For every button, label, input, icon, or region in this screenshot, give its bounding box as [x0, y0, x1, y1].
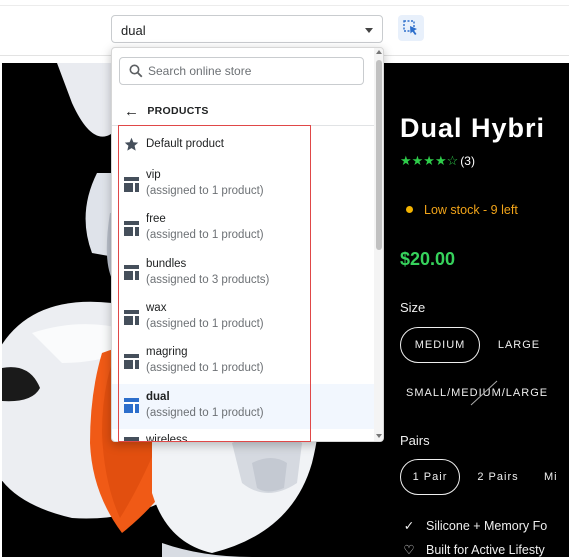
template-icon [124, 437, 139, 441]
template-item-label: dual [146, 391, 170, 403]
size-option-large[interactable]: LARGE [488, 327, 550, 363]
check-circle-icon: ✓ [403, 519, 415, 533]
pairs-option-1[interactable]: 1 Pair [400, 459, 460, 495]
product-price: $20.00 [400, 249, 456, 269]
heart-icon: ♡ [403, 543, 415, 557]
pairs-label: Pairs [400, 433, 430, 448]
template-item-label: vip [146, 169, 161, 181]
template-icon [124, 354, 139, 369]
template-icon [124, 398, 139, 413]
template-item-dual[interactable]: dual (assigned to 1 product) [112, 384, 374, 429]
template-item-assigned: (assigned to 1 product) [146, 229, 264, 241]
search-icon [129, 64, 143, 78]
rating-count: (3) [460, 154, 475, 168]
template-item-label: magring [146, 346, 188, 358]
pairs-option-more[interactable]: Mi [544, 459, 569, 495]
arrow-left-icon: ← [124, 102, 140, 120]
toolbar-divider [0, 5, 569, 6]
stock-status: Low stock - 9 left [406, 203, 518, 217]
star-rating-icon: ★★★★☆ [400, 153, 459, 168]
template-item-vip[interactable]: vip (assigned to 1 product) [112, 163, 374, 207]
search-field[interactable] [119, 57, 364, 85]
template-dropdown: ← PRODUCTS Default product vip (assigned… [111, 47, 384, 442]
template-item-label: Default product [146, 138, 224, 150]
stock-dot-icon [406, 206, 413, 213]
template-item-label: wireless [146, 434, 188, 442]
caret-down-icon [365, 28, 373, 33]
pairs-option-2[interactable]: 2 Pairs [470, 459, 526, 495]
feature-item: ♡ Built for Active Lifesty [402, 542, 545, 557]
size-label: Size [400, 300, 426, 315]
back-to-products[interactable]: ← PRODUCTS [124, 103, 209, 119]
template-item-label: bundles [146, 258, 187, 270]
inspect-button[interactable] [398, 15, 424, 41]
template-item-magring[interactable]: magring (assigned to 1 product) [112, 340, 374, 384]
template-item-assigned: (assigned to 1 product) [146, 362, 264, 374]
template-item-label: free [146, 213, 166, 225]
dropdown-scrollbar[interactable] [374, 48, 383, 441]
template-item-assigned: (assigned to 3 products) [146, 274, 270, 286]
feature-text: Silicone + Memory Fo [426, 519, 548, 533]
template-icon [124, 265, 139, 280]
template-item-default-product[interactable]: Default product [112, 127, 374, 163]
template-select-value: dual [121, 23, 146, 38]
search-input[interactable] [148, 63, 358, 79]
template-item-wax[interactable]: wax (assigned to 1 product) [112, 296, 374, 340]
template-item-assigned: (assigned to 1 product) [146, 318, 264, 330]
template-item-label: wax [146, 302, 167, 314]
template-item-assigned: (assigned to 1 product) [146, 407, 264, 419]
template-icon [124, 310, 139, 325]
star-icon [124, 137, 139, 151]
template-item-wireless[interactable]: wireless [112, 429, 374, 442]
scroll-down-icon[interactable] [376, 434, 382, 438]
dropdown-divider [112, 125, 374, 126]
size-option-medium[interactable]: MEDIUM [400, 327, 480, 363]
unavailable-strike [470, 380, 498, 406]
stock-text: Low stock - 9 left [424, 203, 518, 217]
template-item-bundles[interactable]: bundles (assigned to 3 products) [112, 251, 374, 295]
feature-text: Built for Active Lifesty [426, 543, 545, 557]
scroll-up-icon[interactable] [376, 50, 382, 54]
product-rating[interactable]: ★★★★☆ (3) [400, 153, 475, 169]
template-select[interactable]: dual [111, 15, 383, 43]
template-item-assigned: (assigned to 1 product) [146, 185, 264, 197]
product-title: Dual Hybri [400, 113, 546, 143]
feature-item: ✓ Silicone + Memory Fo [402, 518, 547, 533]
template-item-free[interactable]: free (assigned to 1 product) [112, 207, 374, 251]
product-info-panel: Dual Hybri ★★★★☆ (3) Low stock - 9 left $… [384, 63, 569, 557]
scrollbar-thumb[interactable] [376, 60, 382, 250]
inspect-cursor-icon [403, 20, 417, 35]
back-label: PRODUCTS [147, 105, 209, 117]
template-icon [124, 221, 139, 236]
template-icon [124, 177, 139, 192]
